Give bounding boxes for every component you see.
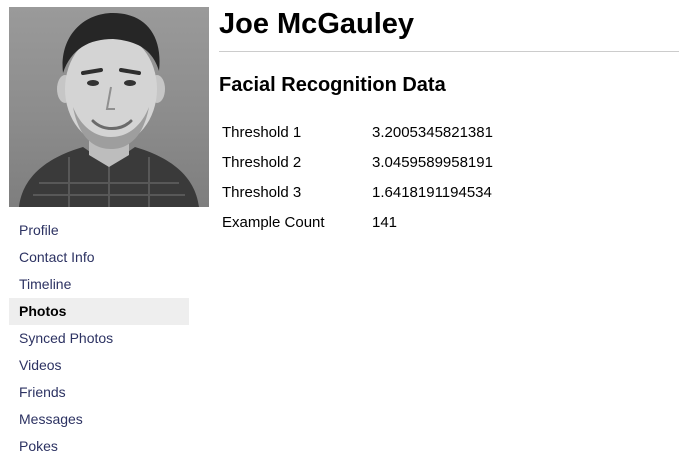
facial-data-table: Threshold 1 3.2005345821381 Threshold 2 …	[219, 117, 493, 237]
nav-item-photos[interactable]: Photos	[9, 298, 189, 325]
profile-photo	[9, 7, 209, 207]
profile-name: Joe McGauley	[219, 8, 415, 40]
row-value: 3.2005345821381	[372, 123, 493, 141]
nav-item-friends[interactable]: Friends	[9, 379, 189, 406]
nav-item-pokes[interactable]: Pokes	[9, 433, 189, 460]
section-title: Facial Recognition Data	[219, 74, 446, 96]
row-key: Threshold 2	[222, 153, 302, 171]
nav-item-messages[interactable]: Messages	[9, 406, 189, 433]
table-row: Threshold 3 1.6418191194534	[219, 177, 493, 207]
row-key: Threshold 1	[222, 123, 302, 141]
row-value: 1.6418191194534	[372, 183, 492, 201]
nav-item-timeline[interactable]: Timeline	[9, 271, 189, 298]
header-divider	[219, 51, 679, 52]
table-row: Threshold 2 3.0459589958191	[219, 147, 493, 177]
nav-item-synced-photos[interactable]: Synced Photos	[9, 325, 189, 352]
nav-item-contact-info[interactable]: Contact Info	[9, 244, 189, 271]
profile-nav: Profile Contact Info Timeline Photos Syn…	[9, 217, 189, 460]
nav-item-profile[interactable]: Profile	[9, 217, 189, 244]
row-value: 141	[372, 213, 398, 231]
table-row: Example Count 141	[219, 207, 493, 237]
nav-item-videos[interactable]: Videos	[9, 352, 189, 379]
row-key: Example Count	[222, 213, 325, 231]
table-row: Threshold 1 3.2005345821381	[219, 117, 493, 147]
row-key: Threshold 3	[222, 183, 302, 201]
row-value: 3.0459589958191	[372, 153, 493, 171]
